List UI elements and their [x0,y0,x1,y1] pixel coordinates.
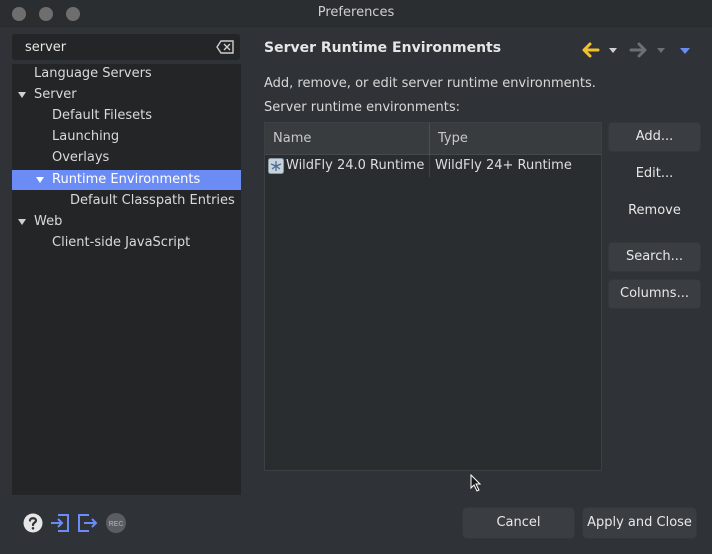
chevron-down-icon[interactable] [18,92,26,98]
column-divider[interactable] [429,123,430,155]
chevron-down-icon[interactable] [18,219,26,225]
window-titlebar: Preferences [0,0,712,27]
page-description: Add, remove, or edit server runtime envi… [264,76,596,91]
wildfly-icon [268,158,284,174]
back-menu-chevron-icon[interactable] [606,40,620,60]
chevron-down-icon[interactable] [36,177,44,183]
tree-item-label: Default Filesets [52,108,153,123]
import-icon[interactable] [49,512,71,534]
tree-item-launching[interactable]: Launching [12,127,241,147]
tree-item-label: Runtime Environments [52,172,201,187]
runtime-name-cell: WildFly 24.0 Runtime [286,158,425,173]
columns-button[interactable]: Columns... [608,279,701,309]
table-header: Name Type [265,123,601,155]
filter-input[interactable] [12,34,212,60]
tree-item-label: Server [34,87,77,102]
runtime-environments-table[interactable]: Name Type WildFly 24.0 Runtime WildFly 2… [264,122,602,471]
column-header-type[interactable]: Type [438,123,468,155]
clear-filter-icon[interactable] [216,40,234,54]
filter-box [12,34,240,60]
tree-item-client-side-javascript[interactable]: Client-side JavaScript [12,233,241,253]
tree-item-overlays[interactable]: Overlays [12,148,241,168]
runtime-list-label: Server runtime environments: [264,100,461,115]
help-icon[interactable] [22,512,44,534]
runtime-type-cell: WildFly 24+ Runtime [435,158,572,173]
search-button[interactable]: Search... [608,242,701,272]
back-arrow-icon[interactable] [580,40,602,60]
tree-item-label: Launching [52,129,120,144]
forward-menu-chevron-icon[interactable] [654,40,668,60]
tree-item-label: Language Servers [34,66,152,81]
add-button[interactable]: Add... [608,122,701,152]
tree-item-default-classpath-entries[interactable]: Default Classpath Entries [12,191,241,211]
cancel-button[interactable]: Cancel [462,507,575,539]
remove-button[interactable]: Remove [608,196,701,226]
tree-item-label: Web [34,214,63,229]
mouse-cursor-icon [470,474,482,492]
table-row[interactable]: WildFly 24.0 Runtime WildFly 24+ Runtime [265,155,601,177]
tree-item-server[interactable]: Server [12,85,241,105]
record-icon[interactable]: REC [105,512,127,534]
export-icon[interactable] [76,512,98,534]
preferences-tree: Language Servers Server Default Filesets… [12,64,241,495]
cell-divider [429,155,430,177]
edit-button[interactable]: Edit... [608,159,701,189]
tree-item-runtime-environments[interactable]: Runtime Environments [12,170,241,190]
tree-item-label: Client-side JavaScript [52,235,191,250]
tree-item-language-servers[interactable]: Language Servers [12,64,241,84]
window-title: Preferences [317,5,395,20]
tree-item-label: Overlays [52,150,110,165]
page-title: Server Runtime Environments [264,40,502,56]
forward-arrow-icon[interactable] [627,40,649,60]
svg-text:REC: REC [109,521,124,528]
apply-and-close-button[interactable]: Apply and Close [582,507,697,539]
column-header-name[interactable]: Name [273,123,311,155]
tree-item-label: Default Classpath Entries [70,193,235,208]
tree-item-default-filesets[interactable]: Default Filesets [12,106,241,126]
view-menu-icon[interactable] [678,40,692,60]
tree-item-web[interactable]: Web [12,212,241,232]
